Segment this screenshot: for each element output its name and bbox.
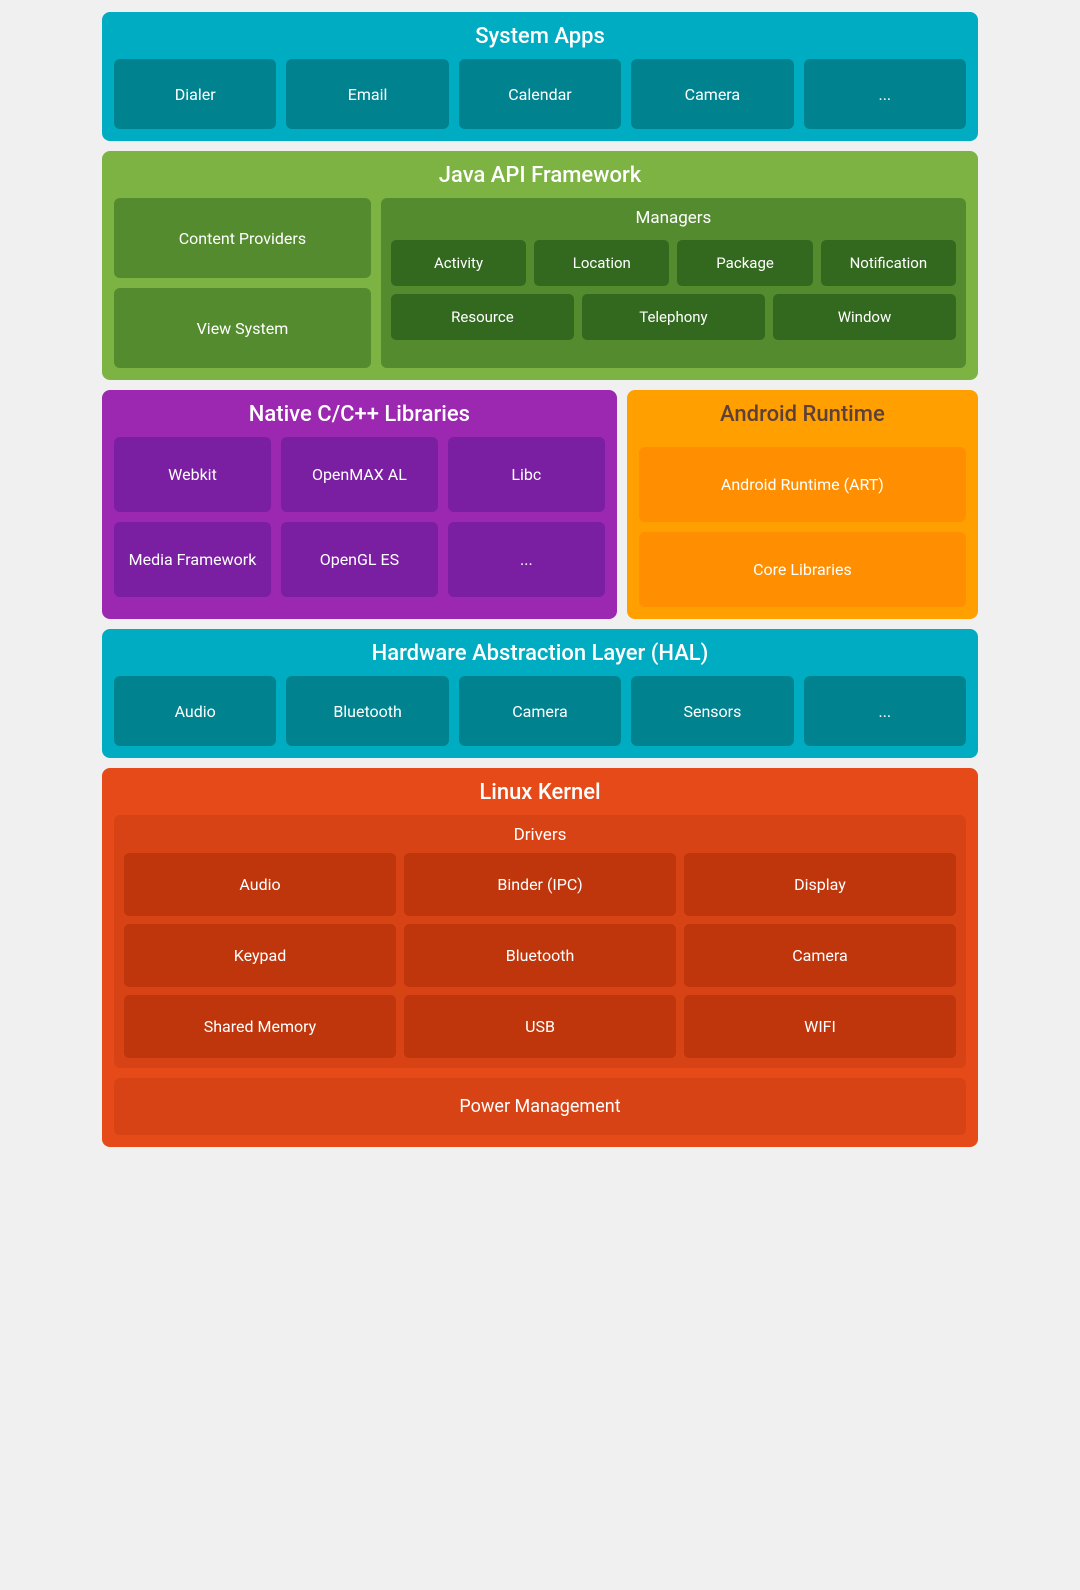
java-api-layer: Java API Framework Content Providers Vie…: [102, 151, 978, 380]
list-item: Telephony: [582, 294, 765, 340]
native-libs-title: Native C/C++ Libraries: [114, 402, 605, 427]
list-item: Window: [773, 294, 956, 340]
list-item: ...: [804, 59, 966, 129]
list-item: Binder (IPC): [404, 853, 676, 916]
list-item: Display: [684, 853, 956, 916]
system-apps-items: Dialer Email Calendar Camera ...: [114, 59, 966, 129]
middle-row: Native C/C++ Libraries Webkit OpenMAX AL…: [102, 390, 978, 619]
list-item: Resource: [391, 294, 574, 340]
list-item: Camera: [684, 924, 956, 987]
power-management: Power Management: [114, 1078, 966, 1135]
list-item: WIFI: [684, 995, 956, 1058]
hal-items: Audio Bluetooth Camera Sensors ...: [114, 676, 966, 746]
hal-layer: Hardware Abstraction Layer (HAL) Audio B…: [102, 629, 978, 758]
list-item: Audio: [114, 676, 276, 746]
list-item: Camera: [631, 59, 793, 129]
list-item: Calendar: [459, 59, 621, 129]
list-item: Media Framework: [114, 522, 271, 597]
list-item: Package: [677, 240, 812, 286]
hal-title: Hardware Abstraction Layer (HAL): [114, 641, 966, 666]
list-item: Keypad: [124, 924, 396, 987]
list-item: Shared Memory: [124, 995, 396, 1058]
native-libs-row1: Webkit OpenMAX AL Libc: [114, 437, 605, 512]
list-item: Webkit: [114, 437, 271, 512]
linux-kernel-title: Linux Kernel: [114, 780, 966, 805]
java-api-inner: Content Providers View System Managers A…: [114, 198, 966, 368]
list-item: Audio: [124, 853, 396, 916]
list-item: Content Providers: [114, 198, 371, 278]
list-item: Core Libraries: [639, 532, 966, 607]
java-api-title: Java API Framework: [114, 163, 966, 188]
managers-row1: Activity Location Package Notification: [391, 240, 956, 286]
driver-row-2: Keypad Bluetooth Camera: [124, 924, 956, 987]
drivers-title: Drivers: [124, 825, 956, 845]
list-item: Camera: [459, 676, 621, 746]
list-item: Sensors: [631, 676, 793, 746]
android-runtime-layer: Android Runtime Android Runtime (ART) Co…: [627, 390, 978, 619]
list-item: ...: [804, 676, 966, 746]
java-api-left: Content Providers View System: [114, 198, 371, 368]
drivers-section: Drivers Audio Binder (IPC) Display Keypa…: [114, 815, 966, 1068]
list-item: Notification: [821, 240, 956, 286]
list-item: ...: [448, 522, 605, 597]
driver-row-3: Shared Memory USB WIFI: [124, 995, 956, 1058]
list-item: Dialer: [114, 59, 276, 129]
android-runtime-title: Android Runtime: [639, 402, 966, 427]
driver-row-1: Audio Binder (IPC) Display: [124, 853, 956, 916]
native-libs-row2: Media Framework OpenGL ES ...: [114, 522, 605, 597]
list-item: Bluetooth: [404, 924, 676, 987]
list-item: USB: [404, 995, 676, 1058]
managers-title: Managers: [391, 208, 956, 228]
linux-kernel-layer: Linux Kernel Drivers Audio Binder (IPC) …: [102, 768, 978, 1147]
list-item: Android Runtime (ART): [639, 447, 966, 522]
system-apps-title: System Apps: [114, 24, 966, 49]
native-libs-layer: Native C/C++ Libraries Webkit OpenMAX AL…: [102, 390, 617, 619]
list-item: Libc: [448, 437, 605, 512]
list-item: OpenMAX AL: [281, 437, 438, 512]
list-item: Bluetooth: [286, 676, 448, 746]
list-item: Email: [286, 59, 448, 129]
managers-section: Managers Activity Location Package Notif…: [381, 198, 966, 368]
system-apps-layer: System Apps Dialer Email Calendar Camera…: [102, 12, 978, 141]
android-architecture-diagram: System Apps Dialer Email Calendar Camera…: [90, 0, 990, 1159]
list-item: OpenGL ES: [281, 522, 438, 597]
list-item: Location: [534, 240, 669, 286]
drivers-grid: Audio Binder (IPC) Display Keypad Blueto…: [124, 853, 956, 1058]
managers-row2: Resource Telephony Window: [391, 294, 956, 340]
list-item: Activity: [391, 240, 526, 286]
list-item: View System: [114, 288, 371, 368]
